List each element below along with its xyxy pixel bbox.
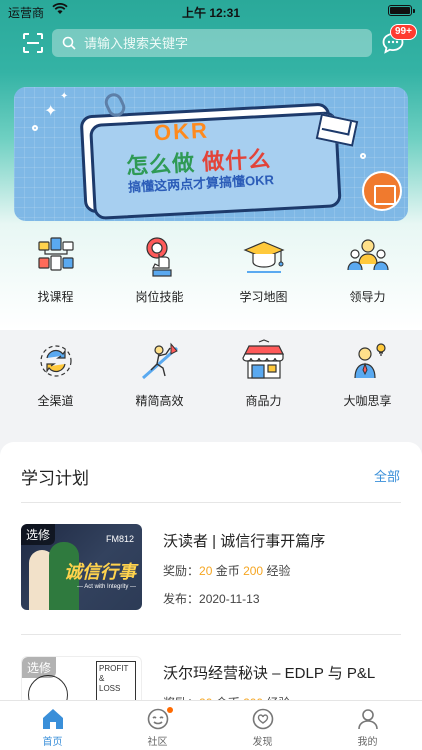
- divider: [21, 634, 401, 635]
- search-icon: [62, 36, 76, 50]
- calendar-icon: [362, 171, 402, 211]
- tab-label: 发现: [252, 737, 273, 748]
- view-all-link[interactable]: 全部: [374, 466, 400, 485]
- grid-item-store[interactable]: 商品力: [211, 338, 316, 409]
- course-thumbnail: FM812 诚信行事 — Act with Integrity — 选修: [21, 524, 142, 610]
- exp-amount: 200: [243, 564, 264, 578]
- banner-title: OKR: [153, 117, 210, 146]
- course-title: 沃尔玛经营秘诀 – EDLP 与 P&L: [163, 665, 376, 682]
- reward-label: 奖励：: [163, 564, 200, 578]
- grid-item-label: 大咖思享: [343, 394, 392, 408]
- divider: [21, 502, 401, 503]
- sparkle-icon: ✦: [60, 91, 69, 102]
- efficiency-icon: [141, 342, 178, 380]
- grid-item-expert-share[interactable]: 大咖思享: [315, 338, 420, 409]
- coin-unit: 金币: [215, 564, 240, 578]
- store-icon: [241, 339, 284, 379]
- course-finder-icon: [37, 237, 74, 271]
- expert-share-icon: [353, 343, 386, 379]
- grid-item-efficiency[interactable]: 精简高效: [107, 338, 212, 409]
- learning-map-icon: [242, 241, 285, 273]
- date-value: 2020-11-13: [199, 592, 260, 606]
- date-label: 发布：: [163, 592, 200, 606]
- status-bar: 运营商 上午 12:31: [0, 0, 422, 22]
- grid-item-label: 商品力: [245, 394, 282, 408]
- battery-icon: [388, 5, 415, 16]
- grid-item-label: 全渠道: [37, 394, 74, 408]
- thumbnail-code: FM812: [105, 534, 134, 544]
- grid-item-find-course[interactable]: 找课程: [3, 234, 108, 305]
- promo-banner[interactable]: ✦ ✦ OKR 怎么做 做什么 搞懂这两点才算搞懂OKR: [14, 87, 408, 221]
- omnichannel-icon: [39, 345, 72, 377]
- circle-decoration: [32, 125, 38, 131]
- elective-tag: 选修: [22, 657, 57, 678]
- tab-home[interactable]: 首页: [0, 707, 105, 748]
- notification-dot: [167, 707, 173, 713]
- job-skills-icon: [145, 237, 172, 277]
- elective-tag: 选修: [21, 524, 56, 545]
- tab-bar: 首页 社区 发现 我的: [0, 700, 422, 750]
- sketch-note: PROFIT & LOSS: [96, 661, 136, 701]
- clock: 上午 12:31: [181, 6, 241, 20]
- grid-item-learning-map[interactable]: 学习地图: [211, 234, 316, 305]
- grid-item-label: 学习地图: [239, 290, 288, 304]
- study-plan-title: 学习计划: [21, 469, 89, 488]
- loss-note: LOSS: [99, 684, 121, 693]
- grid-item-leadership[interactable]: 领导力: [315, 234, 420, 305]
- grid-item-job-skills[interactable]: 岗位技能: [107, 234, 212, 305]
- profit-note: PROFIT: [99, 664, 129, 673]
- course-reward: 奖励：20 金币 200 经验: [163, 562, 290, 579]
- grid-item-label: 精简高效: [135, 394, 184, 408]
- circle-decoration: [360, 153, 366, 159]
- search-bar[interactable]: [52, 29, 372, 57]
- course-date: 发布：2020-11-13: [163, 590, 260, 607]
- tab-label: 首页: [42, 737, 63, 748]
- tab-profile[interactable]: 我的: [315, 707, 420, 748]
- grid-item-label: 找课程: [37, 290, 74, 304]
- thumbnail-headline: 诚信行事: [64, 562, 136, 582]
- tab-discover[interactable]: 发现: [210, 707, 315, 748]
- grid-item-label: 领导力: [349, 290, 386, 304]
- discover-icon: [252, 708, 273, 730]
- exp-unit: 经验: [266, 564, 291, 578]
- community-icon: [147, 708, 168, 730]
- tab-label: 我的: [357, 737, 378, 748]
- grid-item-label: 岗位技能: [135, 290, 184, 304]
- tab-label: 社区: [147, 737, 168, 748]
- leadership-icon: [346, 239, 389, 271]
- course-title: 沃读者 | 诚信行事开篇序: [163, 533, 326, 550]
- tab-community[interactable]: 社区: [105, 707, 210, 748]
- grid-item-omnichannel[interactable]: 全渠道: [3, 338, 108, 409]
- scan-icon[interactable]: [22, 32, 44, 54]
- search-input[interactable]: [84, 35, 344, 51]
- home-icon: [42, 709, 63, 729]
- thumbnail-subtitle: — Act with Integrity —: [76, 584, 136, 590]
- coin-amount: 20: [199, 564, 213, 578]
- message-badge: 99+: [390, 24, 417, 40]
- study-plan-card: 学习计划 全部 FM812 诚信行事 — Act with Integrity …: [0, 442, 422, 742]
- profile-icon: [357, 709, 378, 730]
- sparkle-icon: ✦: [44, 103, 58, 120]
